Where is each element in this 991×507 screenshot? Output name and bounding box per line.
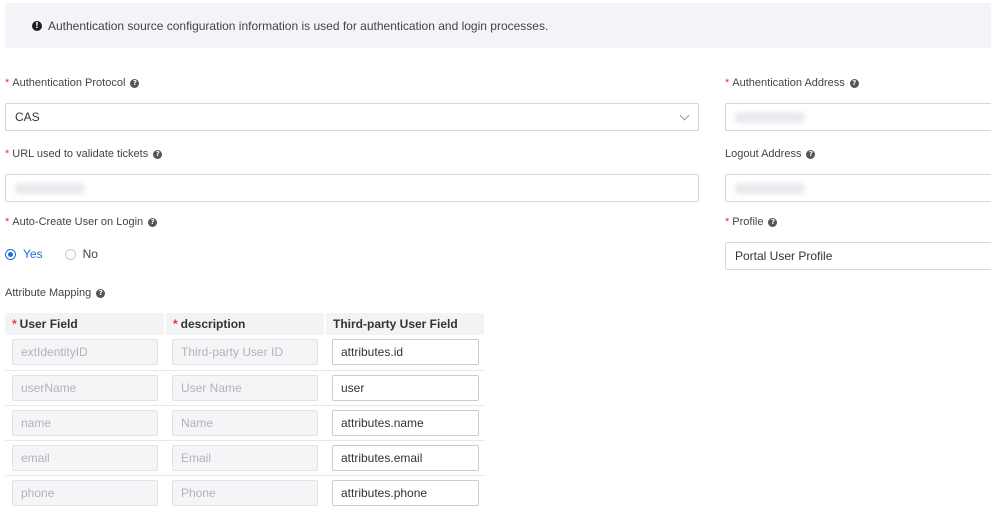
table-row: email Email attributes.email: [5, 440, 485, 476]
help-icon[interactable]: ?: [768, 217, 778, 227]
radio-yes[interactable]: Yes: [5, 247, 43, 261]
auth-address-input[interactable]: [725, 103, 991, 131]
column-header-third-party-field: Third-party User Field: [325, 313, 486, 335]
radio-unchecked-icon: [64, 248, 76, 260]
third-party-field-input[interactable]: attributes.email: [332, 444, 479, 471]
description-input: Name: [172, 409, 318, 436]
user-field-input: phone: [12, 479, 158, 506]
protocol-select[interactable]: CAS: [5, 103, 699, 131]
description-input: Phone: [172, 479, 318, 506]
description-input: Email: [172, 444, 318, 471]
table-row: extIdentityID Third-party User ID attrib…: [5, 335, 485, 371]
third-party-field-input[interactable]: user: [332, 374, 479, 401]
auth-address-label: * Authentication Address ?: [725, 77, 859, 89]
alert-text: Authentication source configuration info…: [48, 18, 549, 33]
third-party-field-input[interactable]: attributes.name: [332, 409, 479, 436]
validate-url-label: * URL used to validate tickets ?: [5, 148, 163, 160]
user-field-input: email: [12, 444, 158, 471]
table-header-row: * User Field * description Third-party Use…: [5, 313, 486, 335]
redacted-value: [15, 182, 85, 194]
profile-select[interactable]: Portal User Profile: [725, 242, 991, 270]
required-mark: *: [5, 77, 10, 89]
auto-create-radio-group: Yes No: [5, 247, 120, 261]
info-icon: !: [32, 20, 42, 31]
required-mark: *: [725, 77, 730, 89]
radio-checked-icon: [5, 248, 16, 260]
third-party-field-input[interactable]: attributes.id: [332, 339, 479, 366]
description-input: User Name: [172, 374, 318, 401]
column-header-user-field: * User Field: [5, 313, 166, 335]
radio-no[interactable]: No: [64, 247, 98, 261]
user-field-input: extIdentityID: [12, 339, 158, 366]
redacted-value: [735, 182, 805, 194]
logout-address-input[interactable]: [725, 174, 991, 202]
auto-create-label: * Auto-Create User on Login ?: [5, 216, 158, 228]
help-icon[interactable]: ?: [130, 78, 140, 88]
chevron-down-icon: [679, 110, 690, 121]
help-icon[interactable]: ?: [96, 288, 106, 298]
required-mark: *: [5, 216, 10, 228]
help-icon[interactable]: ?: [849, 78, 859, 88]
table-row: phone Phone attributes.phone: [5, 475, 485, 507]
table-row: name Name attributes.name: [5, 405, 485, 441]
description-input: Third-party User ID: [172, 339, 318, 366]
required-mark: *: [5, 148, 10, 160]
profile-label: * Profile ?: [725, 216, 778, 228]
validate-url-input[interactable]: [5, 174, 699, 202]
logout-address-label: Logout Address ?: [725, 148, 816, 160]
column-header-description: * description: [165, 313, 326, 335]
required-mark: *: [725, 216, 730, 228]
third-party-field-input[interactable]: attributes.phone: [332, 479, 479, 506]
help-icon[interactable]: ?: [148, 217, 158, 227]
user-field-input: name: [12, 409, 158, 436]
info-alert: ! Authentication source configuration in…: [5, 3, 991, 48]
user-field-input: userName: [12, 374, 158, 401]
protocol-label: * Authentication Protocol ?: [5, 77, 140, 89]
attribute-mapping-label: Attribute Mapping ?: [5, 287, 106, 299]
redacted-value: [735, 111, 805, 123]
help-icon[interactable]: ?: [153, 149, 163, 159]
table-row: userName User Name user: [5, 370, 485, 406]
help-icon[interactable]: ?: [806, 149, 816, 159]
attribute-mapping-table: * User Field * description Third-party Use…: [5, 313, 486, 507]
